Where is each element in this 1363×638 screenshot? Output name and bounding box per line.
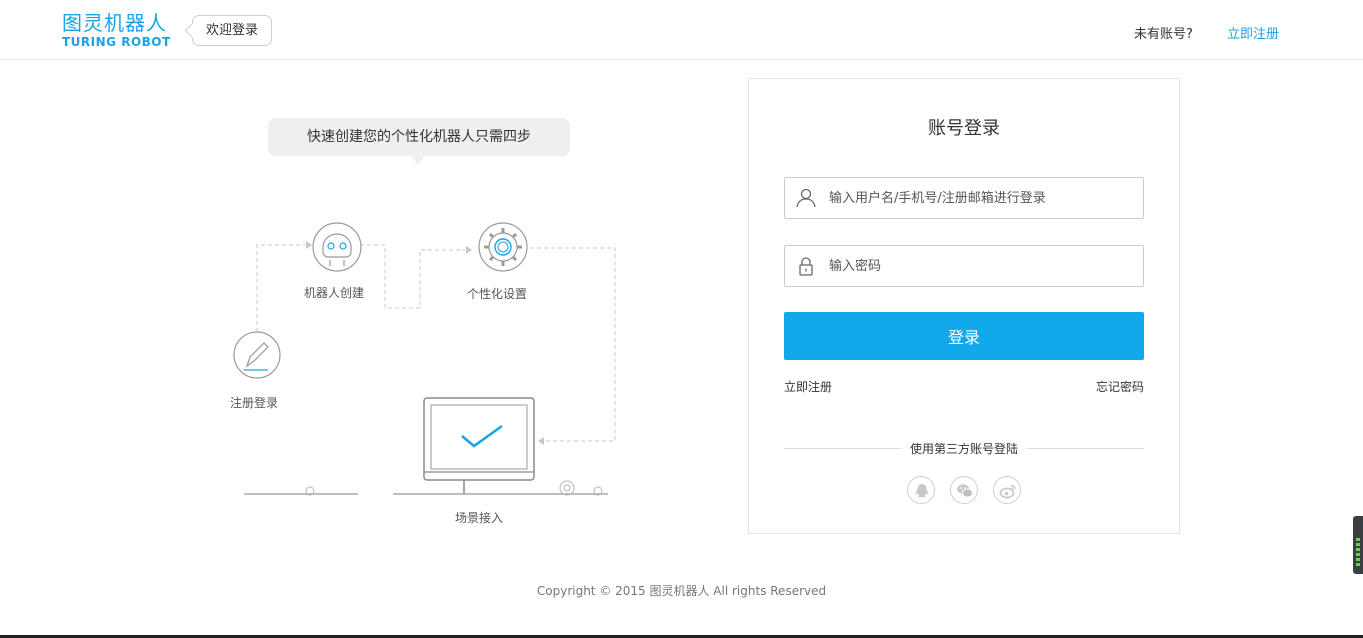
password-field[interactable] xyxy=(784,245,1144,287)
password-input[interactable] xyxy=(829,246,1129,286)
register-link[interactable]: 立即注册 xyxy=(784,378,832,395)
steps-flow-diagram xyxy=(233,222,616,496)
wechat-icon xyxy=(957,484,973,498)
footer-copyright: Copyright © 2015 图灵机器人 All rights Reserv… xyxy=(536,584,827,598)
step-label-robot-create: 机器人创建 xyxy=(304,286,365,300)
step-label-scene-access: 场景接入 xyxy=(455,511,504,525)
qq-login-button[interactable] xyxy=(907,476,935,504)
weibo-login-button[interactable] xyxy=(993,476,1021,504)
third-party-login-label: 使用第三方账号登陆 xyxy=(909,442,1018,456)
forgot-password-link[interactable]: 忘记密码 xyxy=(1096,378,1144,395)
steps-illustration: 快速创建您的个性化机器人只需四步 注册登录 机器人创建 个性化设置 场景接入 xyxy=(220,110,640,540)
logo-text-en: TURING ROBOT xyxy=(62,35,171,49)
scene-access-step-icon xyxy=(423,397,535,494)
login-card: 账号登录 登录 立即注册 忘记密码 使用第三方账号登陆 xyxy=(748,78,1180,534)
lock-icon xyxy=(799,257,813,276)
robot-create-step-icon xyxy=(312,222,362,272)
side-scroll-widget[interactable] xyxy=(1353,516,1363,574)
wechat-login-button[interactable] xyxy=(950,476,978,504)
username-input[interactable] xyxy=(829,178,1129,218)
step-label-register: 注册登录 xyxy=(230,396,279,410)
register-step-icon xyxy=(233,331,281,379)
user-icon xyxy=(796,188,816,208)
login-title: 账号登录 xyxy=(928,118,1000,139)
register-link-header[interactable]: 立即注册 xyxy=(1227,23,1279,42)
qq-icon xyxy=(915,484,929,498)
personalize-step-icon xyxy=(478,222,528,272)
step-label-personalize: 个性化设置 xyxy=(467,287,528,301)
logo-text-cn: 图灵机器人 xyxy=(62,11,167,35)
login-button[interactable]: 登录 xyxy=(784,312,1144,360)
weibo-icon xyxy=(999,484,1016,499)
welcome-badge: 欢迎登录 xyxy=(192,15,272,46)
top-header: 图灵机器人 TURING ROBOT 欢迎登录 未有账号? 立即注册 xyxy=(0,0,1363,60)
logo[interactable]: 图灵机器人 TURING ROBOT xyxy=(62,12,170,50)
no-account-text: 未有账号? xyxy=(1134,27,1193,42)
username-field[interactable] xyxy=(784,177,1144,219)
